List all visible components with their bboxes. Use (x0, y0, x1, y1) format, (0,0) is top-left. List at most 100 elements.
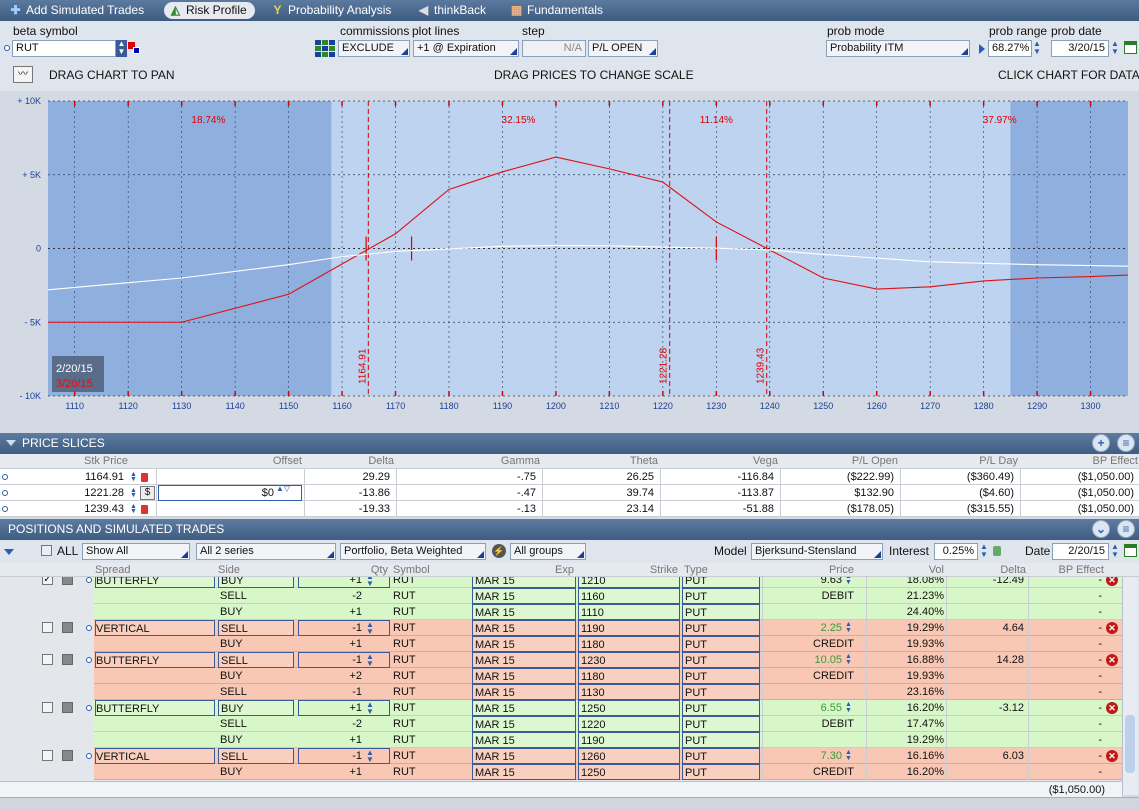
qty-cell[interactable]: -2 (300, 588, 362, 604)
fundamentals-tab[interactable]: ▦ Fundamentals (505, 2, 611, 19)
side-cell[interactable]: SELL (218, 620, 294, 636)
position-row[interactable]: VERTICAL SELL -1 ▲ ▼ RUT MAR 15 1260 PUT 7.30 ▲ ▼ 16… (0, 748, 1122, 764)
expand-arrow-icon[interactable] (979, 44, 985, 54)
collapse-arrow-icon[interactable] (6, 440, 16, 446)
select-position-checkbox[interactable] (42, 750, 53, 761)
exp-cell[interactable]: MAR 15 (472, 748, 576, 764)
plot-lines-select[interactable]: +1 @ Expiration (413, 40, 519, 57)
offset-stepper[interactable]: ▲▽ (276, 485, 300, 501)
spread-cell[interactable]: BUTTERFLY (95, 700, 215, 716)
step-input[interactable]: N/A (522, 40, 586, 57)
positions-header[interactable]: POSITIONS AND SIMULATED TRADES ⌄ ≡ (0, 519, 1139, 540)
price-stepper[interactable]: ▲▼ (130, 503, 139, 515)
date-input[interactable]: 2/20/15 (1052, 543, 1109, 560)
portfolio-select[interactable]: Portfolio, Beta Weighted (340, 543, 486, 560)
side-cell[interactable]: BUY (218, 668, 294, 684)
risk-profile-chart-svg[interactable]: + 10K + 5K 0 - 5K - 10K 1110 1120 1130 1140 1150 1… (0, 91, 1139, 431)
side-cell[interactable]: SELL (218, 748, 294, 764)
thinkback-tab[interactable]: ◀ thinkBack (412, 2, 494, 19)
exp-cell[interactable]: MAR 15 (472, 577, 576, 588)
strike-cell[interactable]: 1110 (578, 604, 680, 620)
strike-cell[interactable]: 1210 (578, 577, 680, 588)
side-cell[interactable]: SELL (218, 716, 294, 732)
prob-mode-select[interactable]: Probability ITM (826, 40, 970, 57)
bottom-scroll-area[interactable] (0, 797, 1139, 809)
prob-date-stepper[interactable]: ▲ ▼ (1111, 40, 1122, 57)
beta-symbol-input[interactable]: RUT (12, 40, 116, 57)
strike-cell[interactable]: 1180 (578, 668, 680, 684)
remove-position-icon[interactable]: ✕ (1106, 750, 1118, 762)
position-row[interactable]: BUY +1 RUT MAR 15 1110 PUT 24.40% - (0, 604, 1122, 620)
show-filter-select[interactable]: Show All (82, 543, 190, 560)
type-cell[interactable]: PUT (682, 652, 760, 668)
pl-mode-select[interactable]: P/L OPEN (588, 40, 658, 57)
lock-icon[interactable] (141, 505, 148, 514)
type-cell[interactable]: PUT (682, 732, 760, 748)
price-stepper[interactable]: ▲▼ (845, 621, 853, 634)
exp-cell[interactable]: MAR 15 (472, 716, 576, 732)
exp-cell[interactable]: MAR 15 (472, 636, 576, 652)
commissions-select[interactable]: EXCLUDE (338, 40, 410, 57)
type-cell[interactable]: PUT (682, 604, 760, 620)
side-cell[interactable]: BUY (218, 604, 294, 620)
strike-cell[interactable]: 1180 (578, 636, 680, 652)
type-cell[interactable]: PUT (682, 588, 760, 604)
strike-cell[interactable]: 1190 (578, 732, 680, 748)
calendar-icon[interactable] (1124, 544, 1137, 557)
strike-cell[interactable]: 1250 (578, 764, 680, 780)
qty-cell[interactable]: +1 (300, 764, 362, 780)
type-cell[interactable]: PUT (682, 668, 760, 684)
position-row[interactable]: ✓BUTTERFLYBUY+1▲▼RUTMAR 151210PUT9.63▲▼1… (0, 577, 1122, 588)
series-filter-select[interactable]: All 2 series (196, 543, 336, 560)
side-cell[interactable]: BUY (218, 700, 294, 716)
add-slice-button[interactable]: + (1092, 434, 1110, 452)
price-stepper[interactable]: ▲▼ (130, 487, 139, 499)
position-row[interactable]: BUY +1 RUT MAR 15 1190 PUT 19.29% - (0, 732, 1122, 748)
exp-cell[interactable]: MAR 15 (472, 700, 576, 716)
type-cell[interactable]: PUT (682, 684, 760, 700)
select-position-checkbox[interactable]: ✓ (42, 577, 53, 585)
scrollbar-thumb[interactable] (1125, 715, 1135, 773)
exp-cell[interactable]: MAR 15 (472, 764, 576, 780)
spread-cell[interactable]: VERTICAL (95, 620, 215, 636)
lock-icon[interactable] (141, 473, 148, 482)
position-row[interactable]: SELL -1 RUT MAR 15 1130 PUT 23.16% - (0, 684, 1122, 700)
qty-stepper[interactable]: ▲▼ (366, 653, 386, 668)
position-row[interactable]: SELL -2 RUT MAR 15 1160 PUT DEBIT 21.23% - (0, 588, 1122, 604)
prob-date-input[interactable]: 3/20/15 (1051, 40, 1109, 57)
price-stepper[interactable]: ▲▼ (845, 653, 853, 666)
qty-stepper[interactable]: ▲▼ (366, 749, 386, 764)
strike-cell[interactable]: 1250 (578, 700, 680, 716)
price-slices-header[interactable]: PRICE SLICES + ≡ (0, 433, 1139, 454)
model-select[interactable]: Bjerksund-Stensland (751, 543, 883, 560)
calendar-icon[interactable] (1124, 41, 1137, 54)
spread-cell[interactable]: VERTICAL (95, 748, 215, 764)
position-row[interactable]: BUY +1 RUT MAR 15 1250 PUT CREDIT 16.20% - (0, 764, 1122, 780)
price-slice-row[interactable]: 1221.28 $0 ▲▽ -13.86 -.47 39.74 -113.87 $132.90… (0, 485, 1139, 501)
select-position-checkbox[interactable] (42, 622, 53, 633)
prob-range-stepper[interactable]: ▲ ▼ (1033, 40, 1044, 57)
side-cell[interactable]: SELL (218, 588, 294, 604)
price-stepper[interactable]: ▲▼ (130, 471, 139, 483)
qty-cell[interactable]: -2 (300, 716, 362, 732)
strike-cell[interactable]: 1220 (578, 716, 680, 732)
qty-cell[interactable]: +1 (300, 636, 362, 652)
side-cell[interactable]: BUY (218, 577, 294, 588)
qty-cell[interactable]: -1 (300, 684, 362, 700)
strike-cell[interactable]: 1190 (578, 620, 680, 636)
lightning-icon[interactable]: ⚡ (492, 544, 506, 558)
exp-cell[interactable]: MAR 15 (472, 604, 576, 620)
side-cell[interactable]: BUY (218, 732, 294, 748)
strike-cell[interactable]: 1160 (578, 588, 680, 604)
position-row[interactable]: BUTTERFLY BUY +1 ▲ ▼ RUT MAR 15 1250 PUT 6.55 ▲ ▼ 16… (0, 700, 1122, 716)
interest-stepper[interactable]: ▲ ▼ (980, 543, 991, 560)
dollar-toggle-button[interactable]: $ (140, 486, 155, 500)
type-cell[interactable]: PUT (682, 748, 760, 764)
expand-arrow-icon[interactable] (4, 549, 14, 555)
exp-cell[interactable]: MAR 15 (472, 652, 576, 668)
positions-menu-icon[interactable]: ≡ (1117, 520, 1135, 538)
exp-cell[interactable]: MAR 15 (472, 620, 576, 636)
groups-select[interactable]: All groups (510, 543, 586, 560)
select-position-checkbox[interactable] (42, 702, 53, 713)
type-cell[interactable]: PUT (682, 620, 760, 636)
